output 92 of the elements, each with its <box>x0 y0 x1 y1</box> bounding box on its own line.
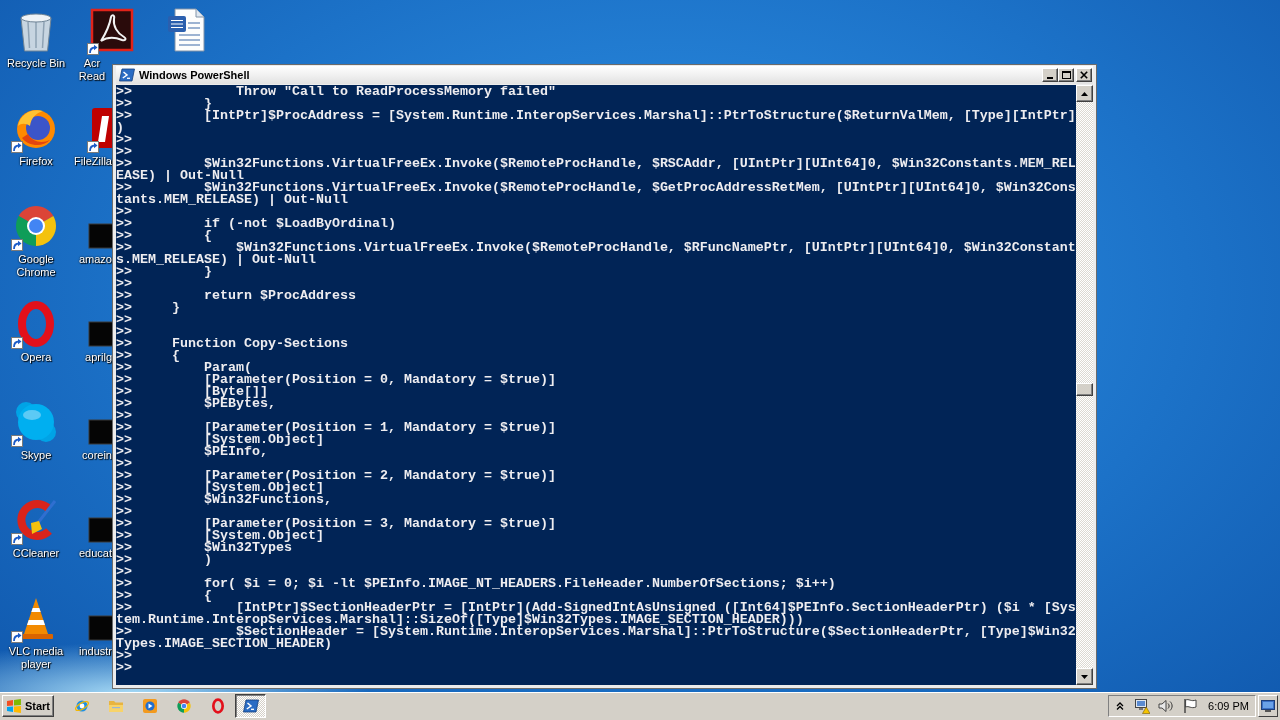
triangle-up-icon <box>1081 91 1088 96</box>
close-icon <box>1080 71 1088 79</box>
desktop-icon-label[interactable]: amazo <box>78 253 112 266</box>
swirl-tile-icon[interactable] <box>88 6 136 54</box>
console-line: >> <box>116 662 133 674</box>
desktop-icon-label[interactable]: industr <box>78 645 112 658</box>
play-tile-icon[interactable] <box>142 698 158 714</box>
console-line: >> <box>116 410 133 422</box>
console-line: >> [IntPtr]$SectionHeaderPtr = [IntPtr](Add-SignedIntAsUnsigned ([Int64]$PEInfo.SectionHeaderPtr) ($i * [Sys <box>116 602 1076 614</box>
maximize-icon <box>1061 71 1071 79</box>
desktop-icon-label[interactable]: Acr Read <box>72 57 112 83</box>
console-line: >> [System.Object] <box>116 434 324 446</box>
console-line: tants.MEM_RELEASE) | Out-Null <box>116 194 348 206</box>
console-line: ) <box>116 122 124 134</box>
ring-icon[interactable] <box>210 698 226 714</box>
console-line: tem.Runtime.InteropServices.Marshal]::SizeOf([Type]$Win32Types.IMAGE_SECTION_HEADER))) <box>116 614 804 626</box>
desktop-icon-label[interactable]: Recycle Bin <box>6 57 66 70</box>
desktop-icon-label[interactable]: Skype <box>20 449 52 462</box>
console-line: EASE) | Out-Null <box>116 170 244 182</box>
console-line: >> <box>116 206 132 218</box>
scroll-down-button[interactable] <box>1076 668 1093 685</box>
triangle-down-icon <box>1081 674 1088 679</box>
console-line: Types.IMAGE_SECTION_HEADER) <box>116 638 332 650</box>
console-line: >> <box>116 458 133 470</box>
scroll-thumb[interactable] <box>1076 383 1093 396</box>
taskbar-window-button[interactable] <box>235 694 266 718</box>
network-warning-icon[interactable] <box>1134 698 1151 714</box>
double-chevron-up-icon <box>1116 702 1125 710</box>
console-line: >> $Win32Functions.VirtualFreeEx.Invoke($RemoteProcHandle, $RFuncNamePtr, [UIntPtr][UInt64]0, $Win32Constant <box>116 242 1076 254</box>
desktop-icon-label[interactable]: Firefox <box>19 155 53 168</box>
flag-icon[interactable] <box>1182 698 1199 714</box>
console-line: >> $Win32Functions.VirtualFreeEx.Invoke($RemoteProcHandle, $RSCAddr, [UIntPtr][UInt64]0, $Win32Constants.MEM_REL <box>116 158 1076 170</box>
console-line: >> $PEBytes, <box>116 398 277 410</box>
window-title: Windows PowerShell <box>139 68 250 82</box>
console-line: >> <box>116 278 133 290</box>
console-line: >> { <box>116 350 181 362</box>
desktop-icon-label[interactable]: VLC media player <box>0 645 72 671</box>
four-pane-flag-icon <box>6 698 22 714</box>
console-line: >> } <box>116 98 212 110</box>
console-line: >> Throw "Call to ReadProcessMemory failed" <box>116 86 557 98</box>
console-line: >> [Parameter(Position = 2, Mandatory = $true)] <box>116 470 557 482</box>
console-line: >> $Win32Functions, <box>116 494 333 506</box>
scroll-up-button[interactable] <box>1076 85 1093 102</box>
console-line: >> ) <box>116 554 212 566</box>
speaker-icon[interactable] <box>1158 698 1175 714</box>
console-line: >> <box>116 650 132 662</box>
desktop-icon-label[interactable]: Opera <box>20 351 52 364</box>
maximize-button[interactable] <box>1058 68 1074 82</box>
console-line: >> $Win32Functions.VirtualFreeEx.Invoke($RemoteProcHandle, $GetProcAddressRetMem, [UIntPtr][UInt64]0, $Win32Cons <box>116 182 1076 194</box>
desktop-icon-label[interactable]: educat <box>78 547 112 560</box>
show-desktop-button[interactable] <box>1258 695 1278 717</box>
console-line: >> { <box>116 230 213 242</box>
terminal-icon <box>119 67 135 83</box>
console-line: >> $PEInfo, <box>116 446 268 458</box>
console-line: >> <box>116 326 133 338</box>
monitor-icon <box>1261 700 1275 712</box>
console-line: s.MEM_RELEASE) | Out-Null <box>116 254 316 266</box>
console-line: >> <box>116 566 133 578</box>
console-line: >> } <box>116 266 212 278</box>
minimize-button[interactable] <box>1042 68 1058 82</box>
segmented-circle-icon[interactable] <box>176 698 192 714</box>
console-line: >> $Win32Types <box>116 542 292 554</box>
console-line: >> [System.Object] <box>116 482 324 494</box>
terminal-icon <box>242 698 259 714</box>
console-line: >> return $ProcAddress <box>116 290 357 302</box>
console-line: >> <box>116 134 133 146</box>
desktop-icon-label[interactable]: aprilg <box>85 351 112 364</box>
desktop-icon-label[interactable]: CCleaner <box>12 547 60 560</box>
console-line: >> if (-not $LoadByOrdinal) <box>116 218 397 230</box>
console-line: >> $SectionHeader = [System.Runtime.InteropServices.Marshal]::PtrToStructure($SectionHeaderPtr, [Type]$Win32 <box>116 626 1076 638</box>
console-line: >> { <box>116 590 212 602</box>
desktop-icon-label[interactable]: corein <box>82 449 112 462</box>
console-line: >> <box>116 314 133 326</box>
globe-ring-icon[interactable] <box>74 698 90 714</box>
console-line: >> <box>116 506 133 518</box>
console-line: >> Function Copy-Sections <box>116 338 349 350</box>
desktop-icon-label[interactable]: FileZilla <box>74 155 112 168</box>
console-line: >> [Parameter(Position = 3, Mandatory = $true)] <box>116 518 557 530</box>
clock-text[interactable]: 6:09 PM <box>1208 699 1249 713</box>
console-line: >> [Parameter(Position = 0, Mandatory = $true)] <box>116 374 557 386</box>
console-line: >> [Parameter(Position = 1, Mandatory = $true)] <box>116 422 557 434</box>
console-line: >> Param( <box>116 362 252 374</box>
start-button[interactable]: Start <box>2 695 54 717</box>
console-line: >> } <box>116 302 181 314</box>
scrollbar-track[interactable] <box>1076 85 1093 685</box>
console-line: >> [IntPtr]$ProcAddress = [System.Runtime.InteropServices.Marshal]::PtrToStructure($ReturnValMem, [Type][IntPtr] <box>116 110 1076 122</box>
close-button[interactable] <box>1076 68 1092 82</box>
desktop-icon-label[interactable]: Google Chrome <box>0 253 72 279</box>
console-line: >> [System.Object] <box>116 530 324 542</box>
console-line: >> <box>116 146 133 158</box>
console-line: >> [Byte[]] <box>116 386 268 398</box>
console-line: >> for( $i = 0; $i -lt $PEInfo.IMAGE_NT_HEADERS.FileHeader.NumberOfSections; $i++) <box>116 578 837 590</box>
